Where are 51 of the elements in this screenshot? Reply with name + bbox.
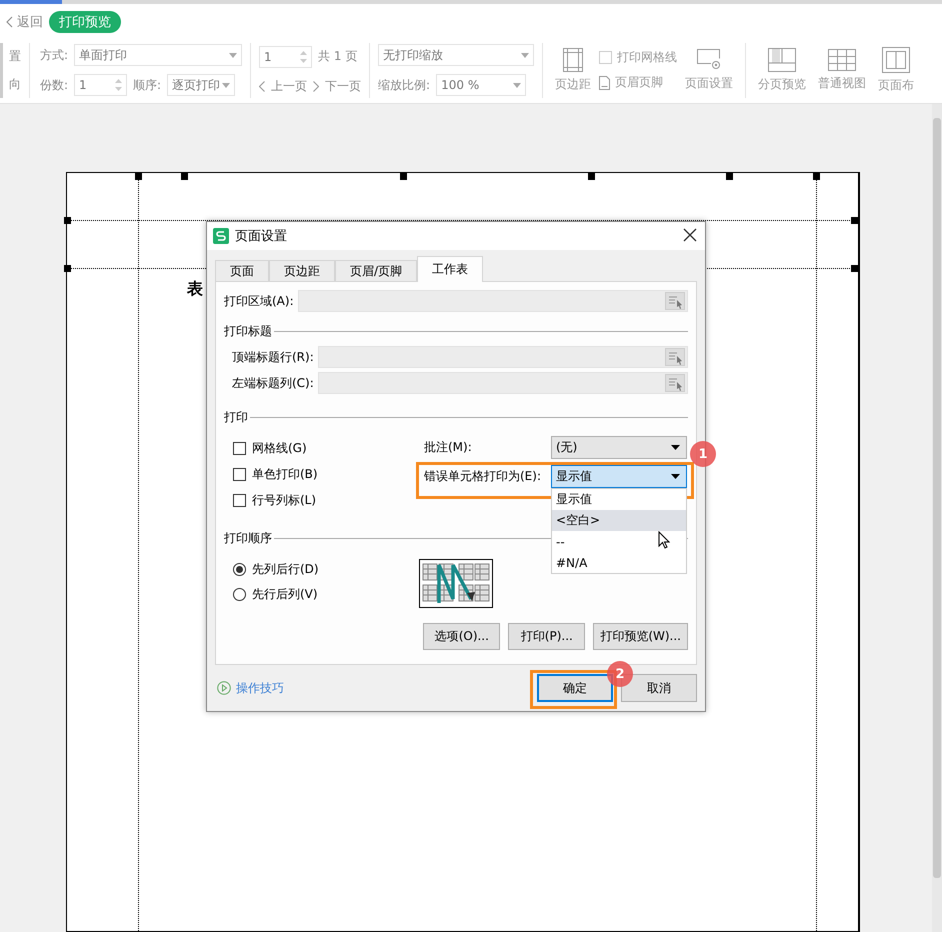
field-label: 批注(M): (424, 439, 472, 456)
dialog-tab[interactable]: 页边距 (269, 260, 335, 282)
sheet-title: 表 (187, 279, 203, 298)
dialog-button[interactable]: 确定 (537, 674, 613, 702)
field-label: 错误单元格打印为(E): (424, 468, 541, 485)
number-field[interactable]: 1 (74, 74, 128, 96)
select-field[interactable]: 单面打印 (74, 44, 242, 66)
view-button[interactable]: 页面布 (874, 46, 918, 94)
dropdown-option[interactable]: <空白> (552, 510, 686, 531)
section-title: 打印标题 (224, 322, 272, 340)
prev-page-link[interactable]: 上一页 (259, 78, 308, 95)
section-title: 打印顺序 (224, 530, 272, 546)
select-field[interactable]: 显示值 (551, 465, 687, 488)
select-field[interactable]: 100 % (436, 74, 526, 96)
field-label: 左端标题列(C): (232, 374, 314, 392)
select-field[interactable]: 无打印缩放 (378, 44, 534, 66)
field-label: 方式: (40, 46, 68, 64)
view-button[interactable]: 普通视图 (814, 48, 870, 92)
field-label: 顶端标题行(R): (232, 348, 314, 366)
select-field[interactable]: 逐页打印 (167, 74, 236, 96)
view-button[interactable]: 分页预览 (754, 48, 810, 93)
section-title: 打印 (224, 408, 248, 426)
checkbox-label: 网格线(G) (252, 440, 307, 457)
radio-label: 先行后列(V) (252, 586, 318, 603)
dialog-button[interactable]: 打印预览(W)... (593, 623, 688, 650)
field-label: 份数: (40, 76, 68, 94)
gridlines-checkbox[interactable]: 打印网格线 (599, 49, 678, 66)
page-count: 共 1 页 (318, 48, 358, 66)
header-footer-button[interactable]: 页眉页脚 (599, 74, 678, 92)
dialog-tab[interactable]: 工作表 (417, 256, 484, 282)
field-label: 缩放比例: (378, 76, 430, 94)
radio-label: 先列后行(D) (252, 561, 319, 578)
page-setup-button[interactable]: 页面设置 (681, 48, 738, 92)
margins-button[interactable]: 页边距 (551, 48, 596, 93)
toolbar-label: 向 (9, 76, 22, 93)
number-field[interactable]: 1 (259, 46, 312, 68)
select-field[interactable]: (无) (551, 436, 687, 459)
dialog-tab[interactable]: 页面 (215, 260, 269, 282)
field-label: 打印区域(A): (224, 292, 294, 310)
checkbox-label: 单色打印(B) (252, 466, 318, 483)
tips-link[interactable]: 操作技巧 (217, 680, 529, 696)
dialog-tab[interactable]: 页眉/页脚 (335, 260, 418, 282)
field-label: 顺序: (133, 76, 162, 94)
back-link[interactable]: 返回 (6, 12, 43, 31)
dialog-title: 页面设置 (235, 228, 288, 245)
toolbar-label: 置 (9, 48, 22, 65)
checkbox-label: 行号列标(L) (252, 492, 316, 509)
mode-badge: 打印预览 (49, 10, 121, 33)
dialog-button[interactable]: 打印(P)... (508, 623, 586, 650)
next-page-link[interactable]: 下一页 (313, 78, 362, 95)
dialog-button[interactable]: 选项(O)... (423, 623, 500, 650)
